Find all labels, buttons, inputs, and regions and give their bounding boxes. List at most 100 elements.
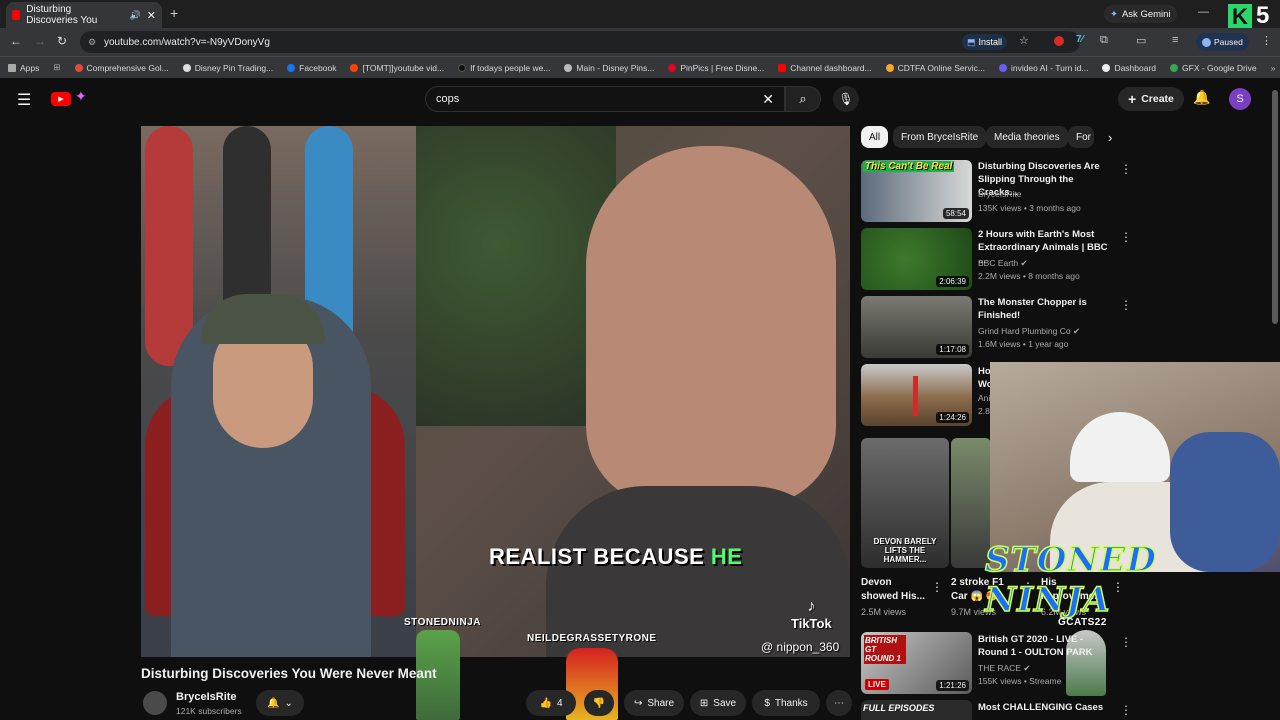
ask-gemini-button[interactable]: ✦ Ask Gemini [1104,5,1177,23]
recommendation-channel[interactable]: BBC Earth ✔ [978,258,1028,269]
more-vertical-icon[interactable]: ⋮ [931,580,943,594]
subscribed-button[interactable]: 🔔 ⌄ [256,690,304,716]
search-button[interactable]: ⌕ [785,86,821,112]
bookmark-item[interactable]: Comprehensive Gol... [74,63,169,73]
chevron-down-icon: ⌄ [284,697,293,709]
bookmark-label: Disney Pin Trading... [194,62,274,73]
browser-tab[interactable]: Disturbing Discoveries You 🔊 ✕ [6,2,162,28]
recommendation-thumbnail[interactable]: 1:24:26 [861,364,972,426]
thumbs-down-icon: 👎 [592,697,606,709]
video-player[interactable]: REALIST BECAUSE HE ♪ TikTok @ nippon_360 [141,126,850,657]
like-button[interactable]: 👍 4 [526,690,576,716]
avatar[interactable]: S [1229,88,1251,110]
search-input[interactable]: cops ✕ [425,86,785,112]
save-button[interactable]: ⊞ Save [690,690,746,716]
bookmark-label: CDTFA Online Servic... [897,62,985,73]
reload-icon[interactable]: ↻ [57,34,67,48]
share-button[interactable]: ↪ Share [624,690,684,716]
short-title[interactable]: Devon showed His... [861,576,927,604]
recommendation-title[interactable]: Most CHALLENGING Cases [978,701,1108,714]
bookmark-favicon-icon [885,63,894,72]
hamburger-menu-icon[interactable]: ☰ [17,90,31,110]
site-info-icon[interactable]: ⚙ [88,37,96,48]
chip-media-theories[interactable]: Media theories [986,126,1068,148]
recommendation-thumbnail[interactable]: 2:06:39 [861,228,972,290]
clear-search-icon[interactable]: ✕ [762,91,774,108]
recommendation-channel[interactable]: THE RACE ✔ [978,663,1030,674]
bookmark-apps[interactable]: Apps [8,63,39,73]
recommendation-channel[interactable]: BryceIsRite [978,189,1021,199]
tiktok-logo-icon: ♪ [807,598,816,615]
recommendation-thumbnail[interactable]: FULL EPISODES [861,700,972,720]
more-vertical-icon[interactable]: ⋮ [1120,230,1132,244]
bookmark-item[interactable]: invideo AI - Turn id... [998,63,1088,73]
ask-gemini-label: Ask Gemini [1121,8,1171,20]
cast-icon[interactable]: ▭ [1136,34,1146,47]
browser-menu-icon[interactable]: ⋮ [1261,34,1272,47]
install-button[interactable]: ⬒ Install [962,34,1008,50]
back-icon[interactable]: ← [10,34,22,48]
recommendation-thumbnail[interactable]: BRITISH GT ROUND 1 LIVE 1:21:26 [861,632,972,694]
bookmark-item[interactable]: [TOMT]]youtube vid... [350,63,444,73]
short-thumbnail[interactable]: DEVON BARELY LIFTS THE HAMMER... [861,438,949,568]
thanks-label: Thanks [774,697,808,709]
extension-seven-icon[interactable]: 7⁄ [1076,34,1083,45]
thanks-button[interactable]: $ Thanks [752,690,820,716]
media-icon[interactable]: ≡ [1172,34,1178,46]
bookmark-item[interactable]: Facebook [287,63,336,73]
more-vertical-icon[interactable]: ⋮ [1120,635,1132,649]
extensions-puzzle-icon[interactable]: ⧉ [1100,34,1108,47]
recommendation-channel[interactable]: Ani [978,393,990,403]
minimize-icon[interactable]: — [1198,6,1209,18]
bookmark-favicon-icon [74,63,83,72]
doodle-logo-icon[interactable]: ✦ [75,88,87,105]
bookmark-item[interactable]: Dashboard [1102,63,1156,73]
speaker-icon[interactable]: 🔊 [130,10,141,21]
notifications-bell-icon[interactable]: 🔔 [1193,89,1210,106]
recommendation-thumbnail[interactable]: 1:17:08 [861,296,972,358]
recommendation-thumbnail[interactable]: This Can't Be Real 58:54 [861,160,972,222]
tab-groups-icon[interactable]: ⊞ [53,62,60,73]
profile-paused-button[interactable]: Paused [1196,33,1249,51]
channel-label: THE RACE [978,663,1021,673]
more-bookmarks-icon[interactable]: » [1271,63,1276,73]
bookmark-item[interactable]: CDTFA Online Servic... [885,62,985,73]
new-tab-icon[interactable]: + [170,5,178,21]
bookmark-label: GFX - Google Drive [1182,62,1257,73]
extension-red-icon[interactable] [1054,36,1064,46]
chip-for-you[interactable]: For [1068,126,1094,148]
thumbnail-text: This Can't Be Real [863,161,955,172]
bookmark-item[interactable]: GFX - Google Drive [1170,63,1257,73]
bookmark-item[interactable]: Disney Pin Trading... [182,62,274,73]
channel-avatar[interactable] [143,691,167,715]
chevron-right-icon[interactable]: › [1108,130,1112,145]
more-vertical-icon[interactable]: ⋮ [1120,162,1132,176]
bookmark-star-icon[interactable]: ☆ [1019,34,1029,47]
chip-label: Media theories [994,131,1060,143]
voice-search-button[interactable]: 🎙 [833,86,859,112]
sticker-number: 5 [1256,2,1270,29]
chip-all[interactable]: All [861,126,889,148]
close-tab-icon[interactable]: ✕ [147,9,156,22]
more-vertical-icon[interactable]: ⋮ [1120,298,1132,312]
forward-icon[interactable]: → [34,34,46,48]
youtube-logo[interactable]: ▶ [51,92,71,106]
create-button[interactable]: + Create [1118,87,1184,111]
channel-name[interactable]: BryceIsRite [176,691,237,703]
more-vertical-icon[interactable]: ⋮ [1120,703,1132,717]
more-actions-button[interactable]: ⋯ [826,690,852,716]
bookmark-item[interactable]: If todays people we... [458,63,550,73]
recommendation-channel[interactable]: Grind Hard Plumbing Co ✔ [978,326,1080,337]
bookmark-item[interactable]: Channel dashboard... [778,63,872,73]
recommendation-title[interactable]: The Monster Chopper is Finished! [978,296,1108,322]
url-bar[interactable]: ⚙ youtube.com/watch?v=-N9yVDonyVg [80,31,1080,53]
bookmark-item[interactable]: PinPics | Free Disne... [668,63,764,73]
recommendation-title[interactable]: British GT 2020 - LIVE - Round 1 - OULTO… [978,633,1108,659]
chip-from-channel[interactable]: From BryceIsRite [893,126,987,148]
search-query: cops [436,93,460,105]
paused-label: Paused [1214,37,1243,47]
dislike-button[interactable]: 👎 [584,690,614,716]
bookmark-item[interactable]: Main - Disney Pins... [564,63,654,73]
page-scrollbar[interactable] [1272,90,1278,324]
apps-grid-icon [8,63,16,72]
